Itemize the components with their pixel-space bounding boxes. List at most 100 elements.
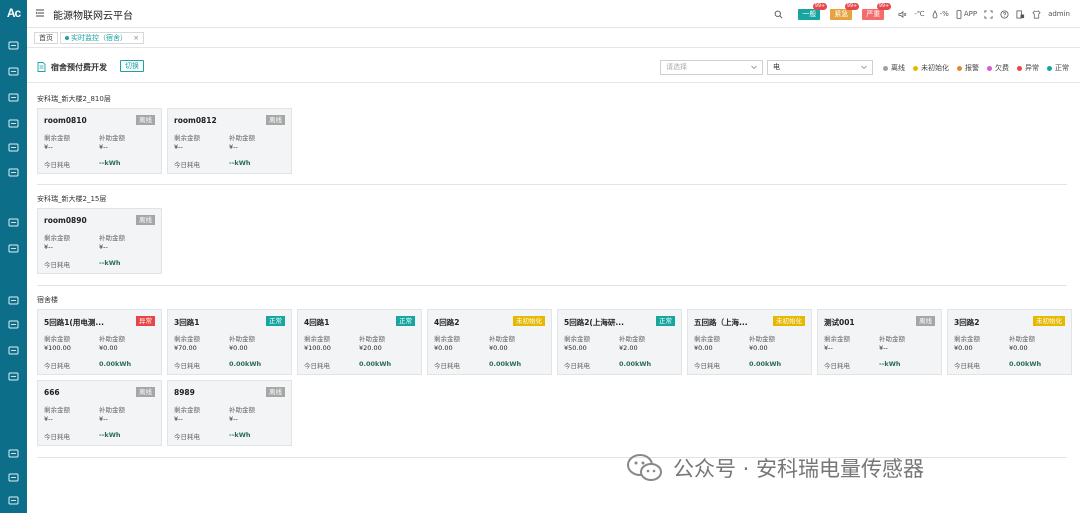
page-header: 宿舍预付费开发 切换 请选择 电 离线 未初始化 报警 欠费 异常 正常	[27, 49, 1080, 83]
today-label: 今日耗电	[44, 433, 70, 441]
lock-screen-icon[interactable]	[1016, 9, 1025, 19]
status-legend: 离线 未初始化 报警 欠费 异常 正常	[883, 63, 1069, 73]
today-energy-value: --kWh	[229, 159, 251, 167]
status-badge: 正常	[396, 316, 415, 326]
building-select[interactable]: 请选择	[660, 60, 763, 75]
screen-icon[interactable]	[8, 372, 19, 382]
select-value: 电	[773, 63, 780, 71]
remain-value: ¥--	[174, 143, 183, 151]
user-name[interactable]: admin	[1048, 10, 1070, 18]
device-card[interactable]: 666 离线 剩余金额 补助金额 ¥-- ¥-- 今日耗电 --kWh	[37, 380, 162, 446]
subsidy-value: ¥0.00	[229, 344, 248, 352]
remain-label: 剩余金额	[44, 335, 70, 343]
subsidy-label: 补助金额	[1009, 335, 1035, 343]
switch-button[interactable]: 切换	[120, 60, 144, 72]
humidity-readout: -%	[939, 10, 949, 18]
alarm-badge[interactable]: 严重 99+	[862, 2, 892, 20]
device-card[interactable]: room0890 离线 剩余金额 补助金额 ¥-- ¥-- 今日耗电 --kWh	[37, 208, 162, 274]
device-name: room0812	[174, 116, 217, 125]
today-energy-value: 0.00kWh	[489, 360, 522, 368]
today-label: 今日耗电	[824, 362, 850, 370]
remain-value: ¥--	[824, 344, 833, 352]
settings-icon[interactable]	[8, 296, 19, 306]
device-name: 666	[44, 388, 60, 397]
device-card[interactable]: 3回路1 正常 剩余金额 补助金额 ¥70.00 ¥0.00 今日耗电 0.00kWh	[167, 309, 292, 375]
report-icon[interactable]	[8, 244, 19, 254]
trend-icon[interactable]	[8, 473, 19, 483]
device-card[interactable]: 5回路1(用电测... 异常 剩余金额 补助金额 ¥100.00 ¥0.00 今日耗电 0.0…	[37, 309, 162, 375]
alarm-badge[interactable]: 一般 99+	[798, 2, 828, 20]
battery-icon[interactable]	[8, 449, 19, 459]
dashboard-icon[interactable]	[8, 67, 19, 77]
status-dot-icon	[957, 65, 962, 71]
group-title: 宿舍楼	[37, 296, 58, 304]
search-icon[interactable]	[774, 10, 783, 19]
subsidy-value: ¥--	[229, 143, 238, 151]
close-icon[interactable]: ×	[133, 34, 139, 42]
device-name: room0890	[44, 216, 87, 225]
subsidy-label: 补助金额	[489, 335, 515, 343]
chart-board-icon[interactable]	[8, 346, 19, 356]
bar-chart-icon[interactable]	[8, 496, 19, 506]
location-icon[interactable]	[8, 218, 19, 228]
subsidy-value: ¥--	[99, 415, 108, 423]
wechat-icon	[625, 452, 665, 484]
status-dot-icon	[1047, 65, 1052, 71]
subsidy-value: ¥--	[229, 415, 238, 423]
top-right-tools: 一般 99+ 紧急 99+ 严重 99+ -℃ -% APP admin	[774, 2, 1070, 22]
device-card[interactable]: 3回路2 未初始化 剩余金额 补助金额 ¥0.00 ¥0.00 今日耗电 0.00kWh	[947, 309, 1072, 375]
thermometer-icon[interactable]	[8, 320, 19, 330]
help-icon[interactable]	[1000, 9, 1009, 19]
status-dot-icon	[883, 65, 888, 71]
document-icon[interactable]	[8, 168, 19, 178]
fullscreen-icon[interactable]	[984, 9, 993, 19]
tab-realtime-monitor[interactable]: 实时监控（宿舍） ×	[60, 32, 145, 44]
logo: Ac	[6, 6, 21, 20]
alarm-badge[interactable]: 紧急 99+	[830, 2, 860, 20]
remain-value: ¥0.00	[434, 344, 453, 352]
subsidy-value: ¥--	[99, 243, 108, 251]
device-card[interactable]: room0812 离线 剩余金额 补助金额 ¥-- ¥-- 今日耗电 --kWh	[167, 108, 292, 174]
energy-type-select[interactable]: 电	[767, 60, 873, 75]
legend-label: 欠费	[995, 64, 1009, 72]
shirt-icon[interactable]	[1032, 9, 1041, 19]
app-link[interactable]: APP	[964, 10, 977, 18]
alarm-label: 紧急	[834, 9, 849, 18]
device-name: 3回路2	[954, 318, 980, 327]
device-name: 5回路2(上海研...	[564, 318, 624, 327]
today-label: 今日耗电	[44, 362, 70, 370]
building-icon[interactable]	[8, 143, 19, 153]
status-badge: 未初始化	[513, 316, 545, 326]
device-name: 3回路1	[174, 318, 200, 327]
today-label: 今日耗电	[434, 362, 460, 370]
device-card[interactable]: 五回路（上海... 未初始化 剩余金额 补助金额 ¥0.00 ¥0.00 今日耗电 0.00k…	[687, 309, 812, 375]
device-card[interactable]: 8989 离线 剩余金额 补助金额 ¥-- ¥-- 今日耗电 --kWh	[167, 380, 292, 446]
display-icon[interactable]	[8, 93, 19, 103]
today-energy-value: 0.00kWh	[749, 360, 782, 368]
remain-value: ¥100.00	[44, 344, 71, 352]
users-icon[interactable]	[8, 119, 19, 129]
legend-label: 离线	[891, 64, 905, 72]
device-card[interactable]: 5回路2(上海研... 正常 剩余金额 补助金额 ¥50.00 ¥2.00 今日耗电 0.00…	[557, 309, 682, 375]
subsidy-label: 补助金额	[229, 406, 255, 414]
menu-toggle-icon[interactable]	[35, 8, 45, 18]
mute-icon[interactable]	[898, 10, 907, 19]
remain-label: 剩余金额	[174, 134, 200, 142]
monitor-icon[interactable]	[8, 41, 19, 51]
tab-home[interactable]: 首页	[34, 32, 58, 44]
today-energy-value: --kWh	[99, 431, 121, 439]
legend-item: 离线	[883, 63, 905, 73]
status-badge: 正常	[656, 316, 675, 326]
remain-label: 剩余金额	[434, 335, 460, 343]
humidity-icon	[932, 9, 938, 19]
device-card[interactable]: room0810 离线 剩余金额 补助金额 ¥-- ¥-- 今日耗电 --kWh	[37, 108, 162, 174]
device-card[interactable]: 测试001 离线 剩余金额 补助金额 ¥-- ¥-- 今日耗电 --kWh	[817, 309, 942, 375]
remain-label: 剩余金额	[44, 134, 70, 142]
today-label: 今日耗电	[694, 362, 720, 370]
today-energy-value: 0.00kWh	[99, 360, 132, 368]
device-card[interactable]: 4回路1 正常 剩余金额 补助金额 ¥100.00 ¥20.00 今日耗电 0.00kWh	[297, 309, 422, 375]
tab-label: 实时监控（宿舍）	[71, 34, 127, 42]
device-card[interactable]: 4回路2 未初始化 剩余金额 补助金额 ¥0.00 ¥0.00 今日耗电 0.00kWh	[427, 309, 552, 375]
subsidy-label: 补助金额	[99, 234, 125, 242]
legend-label: 未初始化	[921, 64, 949, 72]
